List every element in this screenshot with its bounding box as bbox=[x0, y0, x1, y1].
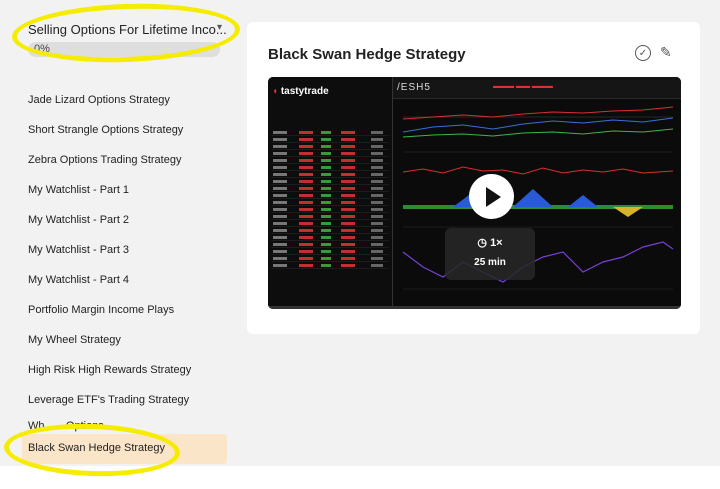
watchlist-row bbox=[271, 136, 389, 143]
watchlist-row bbox=[271, 234, 389, 241]
video-info-overlay: ◷ 1× 25 min bbox=[445, 228, 535, 280]
speed-value: 1× bbox=[490, 237, 503, 249]
lesson-item[interactable]: Portfolio Margin Income Plays bbox=[22, 296, 227, 326]
lesson-item[interactable]: My Watchlist - Part 2 bbox=[22, 206, 227, 236]
watchlist-row bbox=[271, 171, 389, 178]
video-progress-track[interactable] bbox=[268, 306, 681, 309]
watchlist-row bbox=[271, 185, 389, 192]
lesson-item[interactable]: Short Strangle Options Strategy bbox=[22, 116, 227, 146]
pencil-icon[interactable]: ✎ bbox=[660, 44, 672, 61]
lesson-item[interactable]: High Risk High Rewards Strategy bbox=[22, 356, 227, 386]
chart-lines bbox=[402, 106, 674, 290]
lesson-item[interactable]: My Watchlist - Part 1 bbox=[22, 176, 227, 206]
play-button[interactable] bbox=[469, 174, 514, 219]
watchlist-row bbox=[271, 143, 389, 150]
watchlist-row bbox=[271, 150, 389, 157]
watchlist-row bbox=[271, 199, 389, 206]
lesson-item[interactable]: Jade Lizard Options Strategy bbox=[22, 86, 227, 116]
watchlist-row bbox=[271, 129, 389, 136]
play-icon bbox=[486, 186, 501, 207]
watchlist-row bbox=[271, 192, 389, 199]
video-player[interactable]: ◖ tastytrade /ESH5 ▬▬▬ ▬▬ ▬▬▬ ◷ 1× 25 mi… bbox=[268, 77, 681, 309]
watchlist-row bbox=[271, 248, 389, 255]
lesson-title: Black Swan Hedge Strategy bbox=[268, 46, 466, 63]
watchlist-row bbox=[271, 255, 389, 262]
watchlist-row bbox=[271, 220, 389, 227]
watchlist-rows bbox=[271, 129, 389, 269]
lesson-item[interactable]: Zebra Options Trading Strategy bbox=[22, 146, 227, 176]
speedometer-icon: ◷ bbox=[477, 237, 487, 249]
watchlist-row bbox=[271, 213, 389, 220]
lesson-card: Black Swan Hedge Strategy ✓ ✎ ◖ tastytra… bbox=[247, 22, 700, 334]
watchlist-row bbox=[271, 164, 389, 171]
watchlist-row bbox=[271, 178, 389, 185]
tastytrade-logo: ◖ tastytrade bbox=[272, 86, 329, 97]
check-circle-icon[interactable]: ✓ bbox=[635, 45, 651, 61]
lesson-item[interactable]: My Watchlist - Part 3 bbox=[22, 236, 227, 266]
watchlist-row bbox=[271, 227, 389, 234]
watchlist-row bbox=[271, 241, 389, 248]
video-duration: 25 min bbox=[474, 257, 506, 268]
playback-speed[interactable]: ◷ 1× bbox=[445, 236, 535, 249]
video-thumbnail-chart: /ESH5 ▬▬▬ ▬▬ ▬▬▬ bbox=[393, 77, 681, 309]
watchlist-row bbox=[271, 206, 389, 213]
lesson-sidebar: Selling Options For Lifetime Inco... ▾ 0… bbox=[22, 8, 232, 489]
watchlist-row bbox=[271, 262, 389, 269]
video-thumbnail-sidebar: ◖ tastytrade bbox=[268, 77, 393, 309]
lesson-item[interactable]: My Watchlist - Part 4 bbox=[22, 266, 227, 296]
watchlist-row bbox=[271, 157, 389, 164]
lesson-item[interactable]: My Wheel Strategy bbox=[22, 326, 227, 356]
